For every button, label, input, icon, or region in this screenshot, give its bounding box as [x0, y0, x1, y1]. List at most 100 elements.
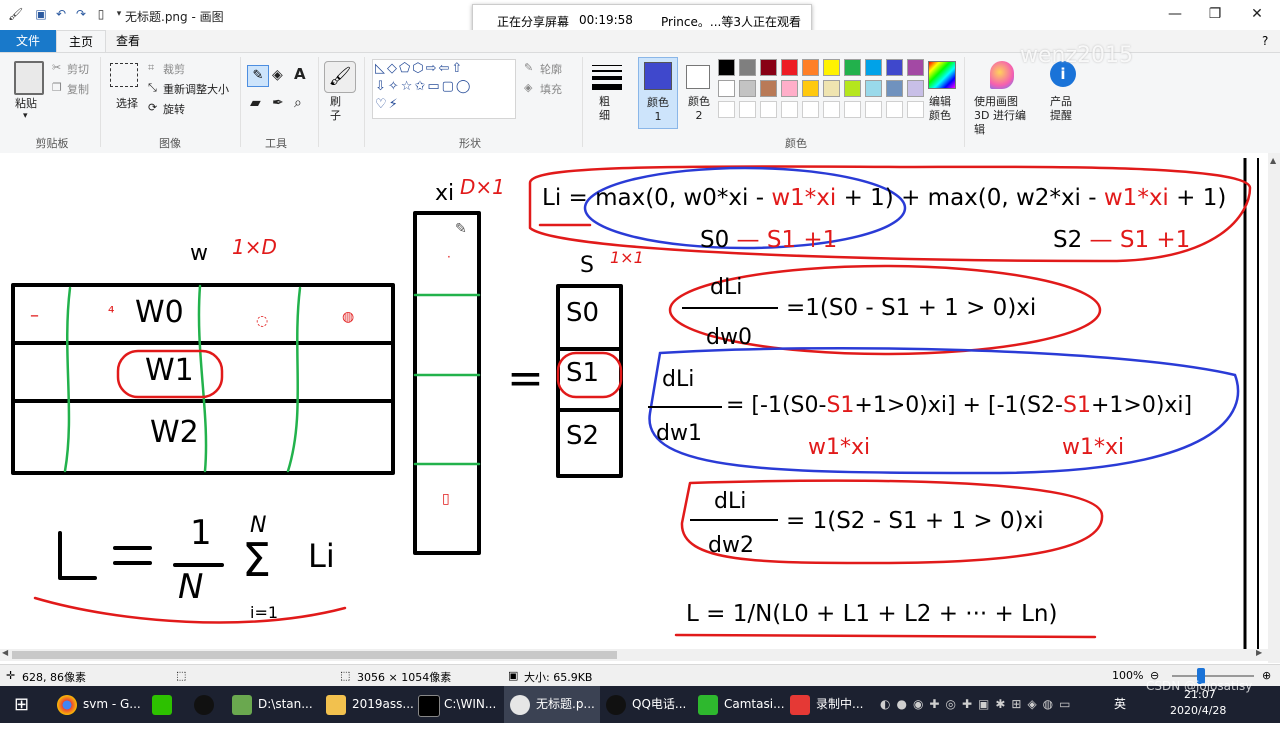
custom-color-slot[interactable] [886, 101, 903, 118]
palette-swatch[interactable] [739, 59, 756, 76]
copy-icon[interactable]: ❐ [52, 81, 62, 94]
paste-dropdown-icon[interactable]: ▾ [23, 111, 28, 121]
palette-swatch[interactable] [886, 80, 903, 97]
text-icon[interactable]: A [294, 65, 306, 83]
taskbar-item-wechat[interactable] [152, 686, 178, 723]
taskbar-item-folder[interactable]: 2019ass... [326, 686, 414, 723]
custom-color-slot[interactable] [760, 101, 777, 118]
paint3d-button[interactable]: 使用画图 3D 进行编辑 [974, 95, 1034, 137]
tab-home[interactable]: 主页 [56, 30, 106, 53]
vertical-scrollbar[interactable] [1268, 153, 1280, 663]
rotate-button[interactable]: 旋转 [163, 101, 185, 117]
eraser-icon[interactable]: ▰ [250, 95, 261, 111]
rotate-icon[interactable]: ⟳ [148, 101, 157, 114]
brush-icon[interactable]: 🖌 [324, 61, 356, 93]
palette-swatch[interactable] [823, 59, 840, 76]
magnifier-icon[interactable]: ⌕ [294, 95, 302, 111]
palette-swatch[interactable] [823, 80, 840, 97]
divider [240, 57, 241, 147]
tab-file[interactable]: 文件 [0, 30, 56, 52]
palette-swatch[interactable] [844, 59, 861, 76]
copy-button[interactable]: 复制 [67, 81, 89, 97]
undo-icon[interactable]: ↶ [54, 7, 68, 21]
horizontal-scrollbar[interactable]: ◀ ▶ [0, 648, 1268, 661]
paste-icon[interactable] [14, 61, 44, 95]
horizontal-scroll-thumb[interactable] [12, 651, 617, 659]
custom-color-slot[interactable] [844, 101, 861, 118]
edit-colors-button[interactable]: 编辑颜色 [929, 95, 955, 123]
custom-color-slot[interactable] [739, 101, 756, 118]
palette-swatch[interactable] [802, 59, 819, 76]
crop-icon[interactable]: ⌗ [148, 61, 154, 75]
custom-color-slot[interactable] [718, 101, 735, 118]
crop-button[interactable]: 裁剪 [163, 61, 185, 77]
redo-icon[interactable]: ↷ [74, 7, 88, 21]
color-picker-icon[interactable]: ✒ [272, 95, 284, 111]
palette-swatch[interactable] [802, 80, 819, 97]
palette-swatch[interactable] [739, 80, 756, 97]
tab-view[interactable]: 查看 [106, 30, 150, 52]
shapes-gallery[interactable]: ◺◇⬠⬡⇨⇦⇧ ⇩✧☆✩▭▢◯ ♡⚡ [372, 59, 516, 119]
close-button[interactable]: ✕ [1242, 4, 1272, 24]
scroll-right-icon[interactable]: ▶ [1256, 648, 1262, 657]
palette-swatch[interactable] [886, 59, 903, 76]
palette-swatch[interactable] [781, 80, 798, 97]
size-button[interactable]: 粗细 [599, 95, 613, 123]
taskbar-item-camtasia[interactable]: Camtasi... [698, 686, 785, 723]
custom-color-slot[interactable] [907, 101, 924, 118]
edit-colors-icon[interactable] [928, 61, 956, 89]
brush-button[interactable]: 刷子 [330, 95, 344, 123]
select-icon[interactable] [110, 63, 138, 87]
taskbar-item-qq-call[interactable]: QQ电话... [606, 686, 692, 723]
scroll-left-icon[interactable]: ◀ [2, 648, 8, 657]
line-size-icon[interactable] [592, 61, 622, 91]
system-tray-icons[interactable]: ◐●◉✚◎✚▣✱⊞◈◍▭ [880, 686, 1100, 723]
palette-swatch[interactable] [907, 59, 924, 76]
resize-icon[interactable]: ⤡ [148, 81, 157, 95]
palette-swatch[interactable] [865, 59, 882, 76]
outline-button[interactable]: 轮廓 [540, 61, 562, 77]
custom-color-slot[interactable] [802, 101, 819, 118]
scroll-up-icon[interactable]: ▲ [1270, 156, 1277, 165]
pencil-icon[interactable]: ✎ [247, 65, 269, 87]
taskbar-item-paint[interactable]: 无标题.p... [504, 686, 600, 723]
save-icon[interactable]: ▣ [34, 7, 48, 21]
zoom-in-icon[interactable]: ⊕ [1262, 669, 1271, 682]
palette-swatch[interactable] [760, 59, 777, 76]
cut-button[interactable]: 剪切 [67, 61, 89, 77]
outline-icon[interactable]: ✎ [524, 61, 533, 74]
taskbar-item-cmd[interactable]: C:\WIN... [418, 686, 502, 723]
taskbar-item-explorer[interactable]: D:\stan... [232, 686, 316, 723]
palette-swatch[interactable] [760, 80, 777, 97]
custom-color-slot[interactable] [823, 101, 840, 118]
quick-access-dropdown-icon[interactable]: ▾ [112, 7, 126, 21]
select-button[interactable]: 选择 [116, 95, 138, 111]
custom-color-slot[interactable] [865, 101, 882, 118]
fill-shape-button[interactable]: 填充 [540, 81, 562, 97]
fill-icon[interactable]: ◈ [272, 67, 283, 83]
input-language[interactable]: 英 [1114, 686, 1126, 723]
paint3d-icon[interactable] [990, 61, 1014, 89]
palette-swatch[interactable] [781, 59, 798, 76]
taskbar-item-qq[interactable] [194, 686, 220, 723]
color1-button[interactable]: 颜色 1 [638, 57, 678, 129]
paste-button[interactable]: 粘贴 [15, 95, 37, 111]
resize-button[interactable]: 重新调整大小 [163, 81, 229, 97]
start-button[interactable]: ⊞ [14, 686, 40, 723]
product-alert-button[interactable]: 产品提醒 [1050, 95, 1076, 123]
drawing-canvas[interactable]: ▲ – ⁴ ◌ ◍ · ▯ ✎ w 1×D W0 W1 W2 xi D×1 S … [0, 153, 1280, 663]
new-file-icon[interactable]: ▯ [94, 7, 108, 21]
color2-button[interactable]: 颜色 2 [682, 57, 714, 127]
palette-swatch[interactable] [907, 80, 924, 97]
cut-icon[interactable]: ✂ [52, 61, 61, 74]
maximize-button[interactable]: ❐ [1200, 4, 1230, 24]
fill-shape-icon[interactable]: ◈ [524, 81, 532, 94]
palette-swatch[interactable] [865, 80, 882, 97]
custom-color-slot[interactable] [781, 101, 798, 118]
minimize-button[interactable]: — [1160, 4, 1190, 24]
taskbar-item-chrome[interactable]: svm - G... [57, 686, 141, 723]
palette-swatch[interactable] [844, 80, 861, 97]
taskbar-item-recording[interactable]: 录制中... [790, 686, 866, 723]
palette-swatch[interactable] [718, 80, 735, 97]
palette-swatch[interactable] [718, 59, 735, 76]
